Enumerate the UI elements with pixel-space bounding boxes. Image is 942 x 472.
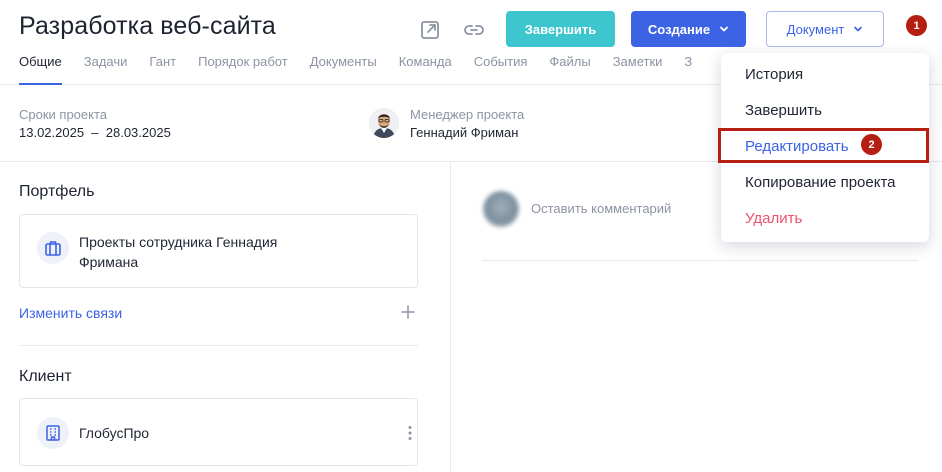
manager-avatar[interactable] xyxy=(369,108,399,138)
open-external-icon[interactable] xyxy=(418,18,442,42)
tab-bar: Общие Задачи Гант Порядок работ Документ… xyxy=(19,54,714,85)
tab-notes[interactable]: Заметки xyxy=(613,54,663,85)
dates-value: 13.02.2025 – 28.03.2025 xyxy=(19,125,171,140)
column-divider xyxy=(450,162,451,472)
finish-button[interactable]: Завершить xyxy=(506,11,615,47)
menu-item-finish[interactable]: Завершить xyxy=(745,102,822,119)
divider xyxy=(482,260,918,261)
tab-workflow[interactable]: Порядок работ xyxy=(198,54,288,85)
finish-button-label: Завершить xyxy=(524,21,597,37)
comment-input[interactable]: Оставить комментарий xyxy=(531,201,671,216)
tab-documents[interactable]: Документы xyxy=(310,54,377,85)
menu-item-copy-project[interactable]: Копирование проекта xyxy=(745,174,896,191)
client-card[interactable]: ГлобусПро xyxy=(19,398,418,466)
tab-more[interactable]: З xyxy=(684,54,692,85)
create-button-label: Создание xyxy=(647,21,711,37)
change-links-link[interactable]: Изменить связи xyxy=(19,305,122,321)
portfolio-card[interactable]: Проекты сотрудника Геннадия Фримана xyxy=(19,214,418,288)
menu-item-history[interactable]: История xyxy=(745,66,803,83)
portfolio-item-line1: Проекты сотрудника Геннадия xyxy=(79,234,278,250)
document-button[interactable]: Документ xyxy=(766,11,884,47)
plus-icon[interactable] xyxy=(401,305,415,319)
edit-highlight-frame xyxy=(718,128,929,163)
menu-item-delete[interactable]: Удалить xyxy=(745,210,802,227)
create-button[interactable]: Создание xyxy=(631,11,746,47)
tab-team[interactable]: Команда xyxy=(399,54,452,85)
client-title: Клиент xyxy=(19,368,72,385)
tab-gantt[interactable]: Гант xyxy=(149,54,176,85)
dates-label: Сроки проекта xyxy=(19,107,108,122)
client-name: ГлобусПро xyxy=(79,425,150,441)
chevron-down-icon xyxy=(719,22,729,37)
portfolio-title: Портфель xyxy=(19,183,95,200)
chevron-down-icon xyxy=(853,22,863,37)
tab-tasks[interactable]: Задачи xyxy=(84,54,128,85)
building-icon xyxy=(37,417,69,449)
user-avatar xyxy=(483,191,519,227)
page-title: Разработка веб-сайта xyxy=(19,12,276,40)
manager-name[interactable]: Геннадий Фриман xyxy=(410,125,518,140)
document-button-label: Документ xyxy=(786,21,845,37)
divider xyxy=(19,345,418,346)
tab-events[interactable]: События xyxy=(474,54,528,85)
link-icon[interactable] xyxy=(462,18,486,42)
step-badge-1: 1 xyxy=(906,15,927,36)
kebab-menu-icon[interactable] xyxy=(401,424,419,442)
briefcase-icon xyxy=(37,232,69,264)
tab-files[interactable]: Файлы xyxy=(549,54,590,85)
portfolio-item-line2: Фримана xyxy=(79,254,139,270)
manager-label: Менеджер проекта xyxy=(410,107,525,122)
step-badge-2: 2 xyxy=(861,134,882,155)
tab-general[interactable]: Общие xyxy=(19,54,62,85)
